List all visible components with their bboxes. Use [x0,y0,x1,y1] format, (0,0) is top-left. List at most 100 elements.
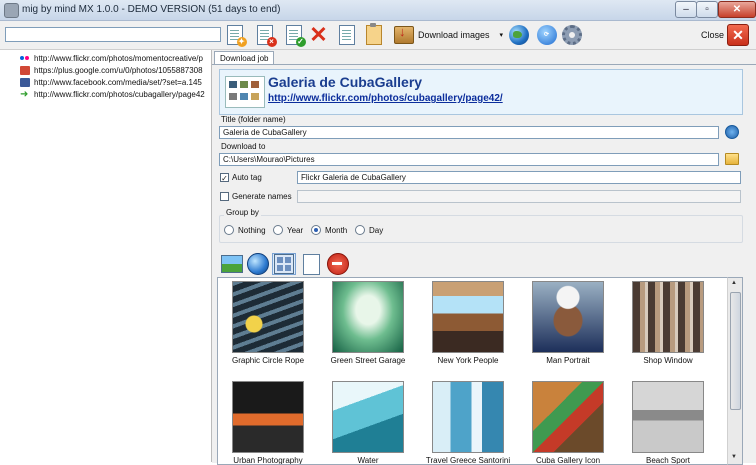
refresh-icon [725,125,739,139]
generate-names-input [297,190,741,203]
gallery-caption: Shop Window [643,356,693,365]
green-arrow-icon: ➜ [20,89,29,100]
delete-button[interactable]: ✕ [307,23,330,46]
stop-icon [327,253,349,275]
image-view-button[interactable] [220,253,244,275]
group-day-radio[interactable]: Day [355,225,383,235]
gallery-thumbnail [532,381,604,453]
title-field-label: Title (folder name) [221,115,286,124]
minimize-button[interactable]: – [675,1,697,18]
url-text: http://www.flickr.com/photos/momentocrea… [34,54,203,63]
app-icon [4,3,19,18]
remove-job-button[interactable]: × [253,23,277,47]
delete-document-icon: × [256,24,277,47]
group-by-label: Group by [224,208,261,217]
gallery-caption: Urban Photography [233,456,303,465]
url-list-item[interactable]: ➜ http://www.flickr.com/photos/cubagalle… [20,89,205,100]
gallery-caption: Travel Greece Santorini [425,456,511,465]
maximize-button[interactable]: ▫ [696,1,718,18]
gallery-thumbnail [332,381,404,453]
thumbnail-grid-icon [274,254,294,274]
scrollbar-thumb[interactable] [730,292,741,410]
close-label[interactable]: Close [701,30,724,40]
gallery-item[interactable]: New York People [420,281,516,365]
close-button[interactable]: ✕ [727,24,749,46]
window-title: mig by mind MX 1.0.0 - DEMO VERSION (51 … [22,4,281,15]
url-text: http://www.flickr.com/photos/cubagallery… [34,90,205,99]
gallery-item[interactable]: Green Street Garage [320,281,416,365]
clipboard-icon [365,22,382,45]
url-text: https://plus.google.com/u/0/photos/10558… [34,66,203,75]
url-list-item[interactable]: http://www.flickr.com/photos/momentocrea… [20,53,203,64]
grid-view-button[interactable] [272,253,296,275]
globe-icon [508,24,529,45]
group-year-radio[interactable]: Year [273,225,303,235]
gallery-caption: Man Portrait [546,356,590,365]
clipboard-button[interactable] [362,22,385,46]
accept-job-button[interactable]: ✓ [282,23,306,47]
auto-tag-label: Auto tag [232,173,262,182]
auto-tag-input[interactable]: Flickr Galeria de CubaGallery [297,171,741,184]
red-x-icon: ✕ [309,21,328,47]
document-button[interactable] [335,23,358,46]
url-input[interactable] [5,27,221,42]
stop-button[interactable] [326,253,350,275]
close-icon: ✕ [732,26,744,43]
download-to-input[interactable]: C:\Users\Mourao\Pictures [219,153,719,166]
gallery-item[interactable]: Travel Greece Santorini [420,381,516,465]
url-list-item[interactable]: https://plus.google.com/u/0/photos/10558… [20,65,203,76]
title-input[interactable]: Galeria de CubaGallery [219,126,719,139]
tab-download-job[interactable]: Download job [214,51,275,65]
google-plus-icon [20,66,30,75]
document-icon [302,253,320,275]
gallery-thumbnail [332,281,404,353]
radio-dot [224,225,234,235]
gallery-caption: Graphic Circle Rope [231,356,305,365]
new-document-icon: ✦ [226,24,247,47]
gallery-scrollbar[interactable]: ▲ ▼ [727,277,743,465]
url-list: http://www.flickr.com/photos/momentocrea… [0,50,212,462]
gallery-item[interactable]: Man Portrait [520,281,616,365]
radio-label: Year [287,225,304,235]
settings-button[interactable] [560,23,583,46]
gallery-item[interactable]: Shop Window [620,281,716,365]
folder-icon [725,153,739,165]
radio-label: Day [369,225,384,235]
gallery-item[interactable]: Urban Photography [220,381,316,465]
gallery-thumbnail [232,281,304,353]
check-document-icon: ✓ [285,24,306,47]
browse-folder-button[interactable] [725,152,739,166]
gallery-title: Galeria de CubaGallery [268,74,423,90]
gallery-caption: Beach Sport [645,456,691,465]
gallery-item[interactable]: Graphic Circle Rope [220,281,316,365]
url-list-item[interactable]: http://www.facebook.com/media/set/?set=a… [20,77,202,88]
group-month-radio[interactable]: Month [311,225,347,235]
picture-icon [221,255,243,273]
new-job-button[interactable]: ✦ [223,23,247,47]
gallery-item[interactable]: Beach Sport [620,381,716,465]
web-button[interactable] [507,23,530,46]
chevron-down-icon[interactable]: ▾ [500,31,504,39]
copy-button[interactable] [300,253,322,275]
auto-tag-checkbox[interactable]: ✓ [220,173,229,183]
flickr-icon [20,54,30,63]
group-nothing-radio[interactable]: Nothing [224,225,266,235]
download-box-icon [394,24,414,44]
gallery-item[interactable]: Water [320,381,416,464]
gallery-item[interactable]: Cuba Gallery Icon [520,381,616,464]
radio-dot [355,225,365,235]
facebook-icon [20,78,30,87]
window-close-button[interactable]: ✕ [718,1,756,18]
radio-dot-selected [311,225,321,235]
refresh-title-button[interactable] [725,125,739,139]
scroll-down-icon[interactable]: ▼ [731,454,737,460]
gallery-url-link[interactable]: http://www.flickr.com/photos/cubagallery… [268,93,503,104]
download-job-panel: Galeria de CubaGallery http://www.flickr… [212,64,756,465]
download-images-button[interactable]: Download images ▾ [394,24,503,46]
title-bar: mig by mind MX 1.0.0 - DEMO VERSION (51 … [0,0,756,21]
download-to-label: Download to [221,142,266,151]
web-view-button[interactable] [246,253,270,275]
generate-names-checkbox[interactable] [220,192,229,201]
update-button[interactable]: ⟳ [535,23,558,46]
scroll-up-icon[interactable]: ▲ [731,280,737,286]
